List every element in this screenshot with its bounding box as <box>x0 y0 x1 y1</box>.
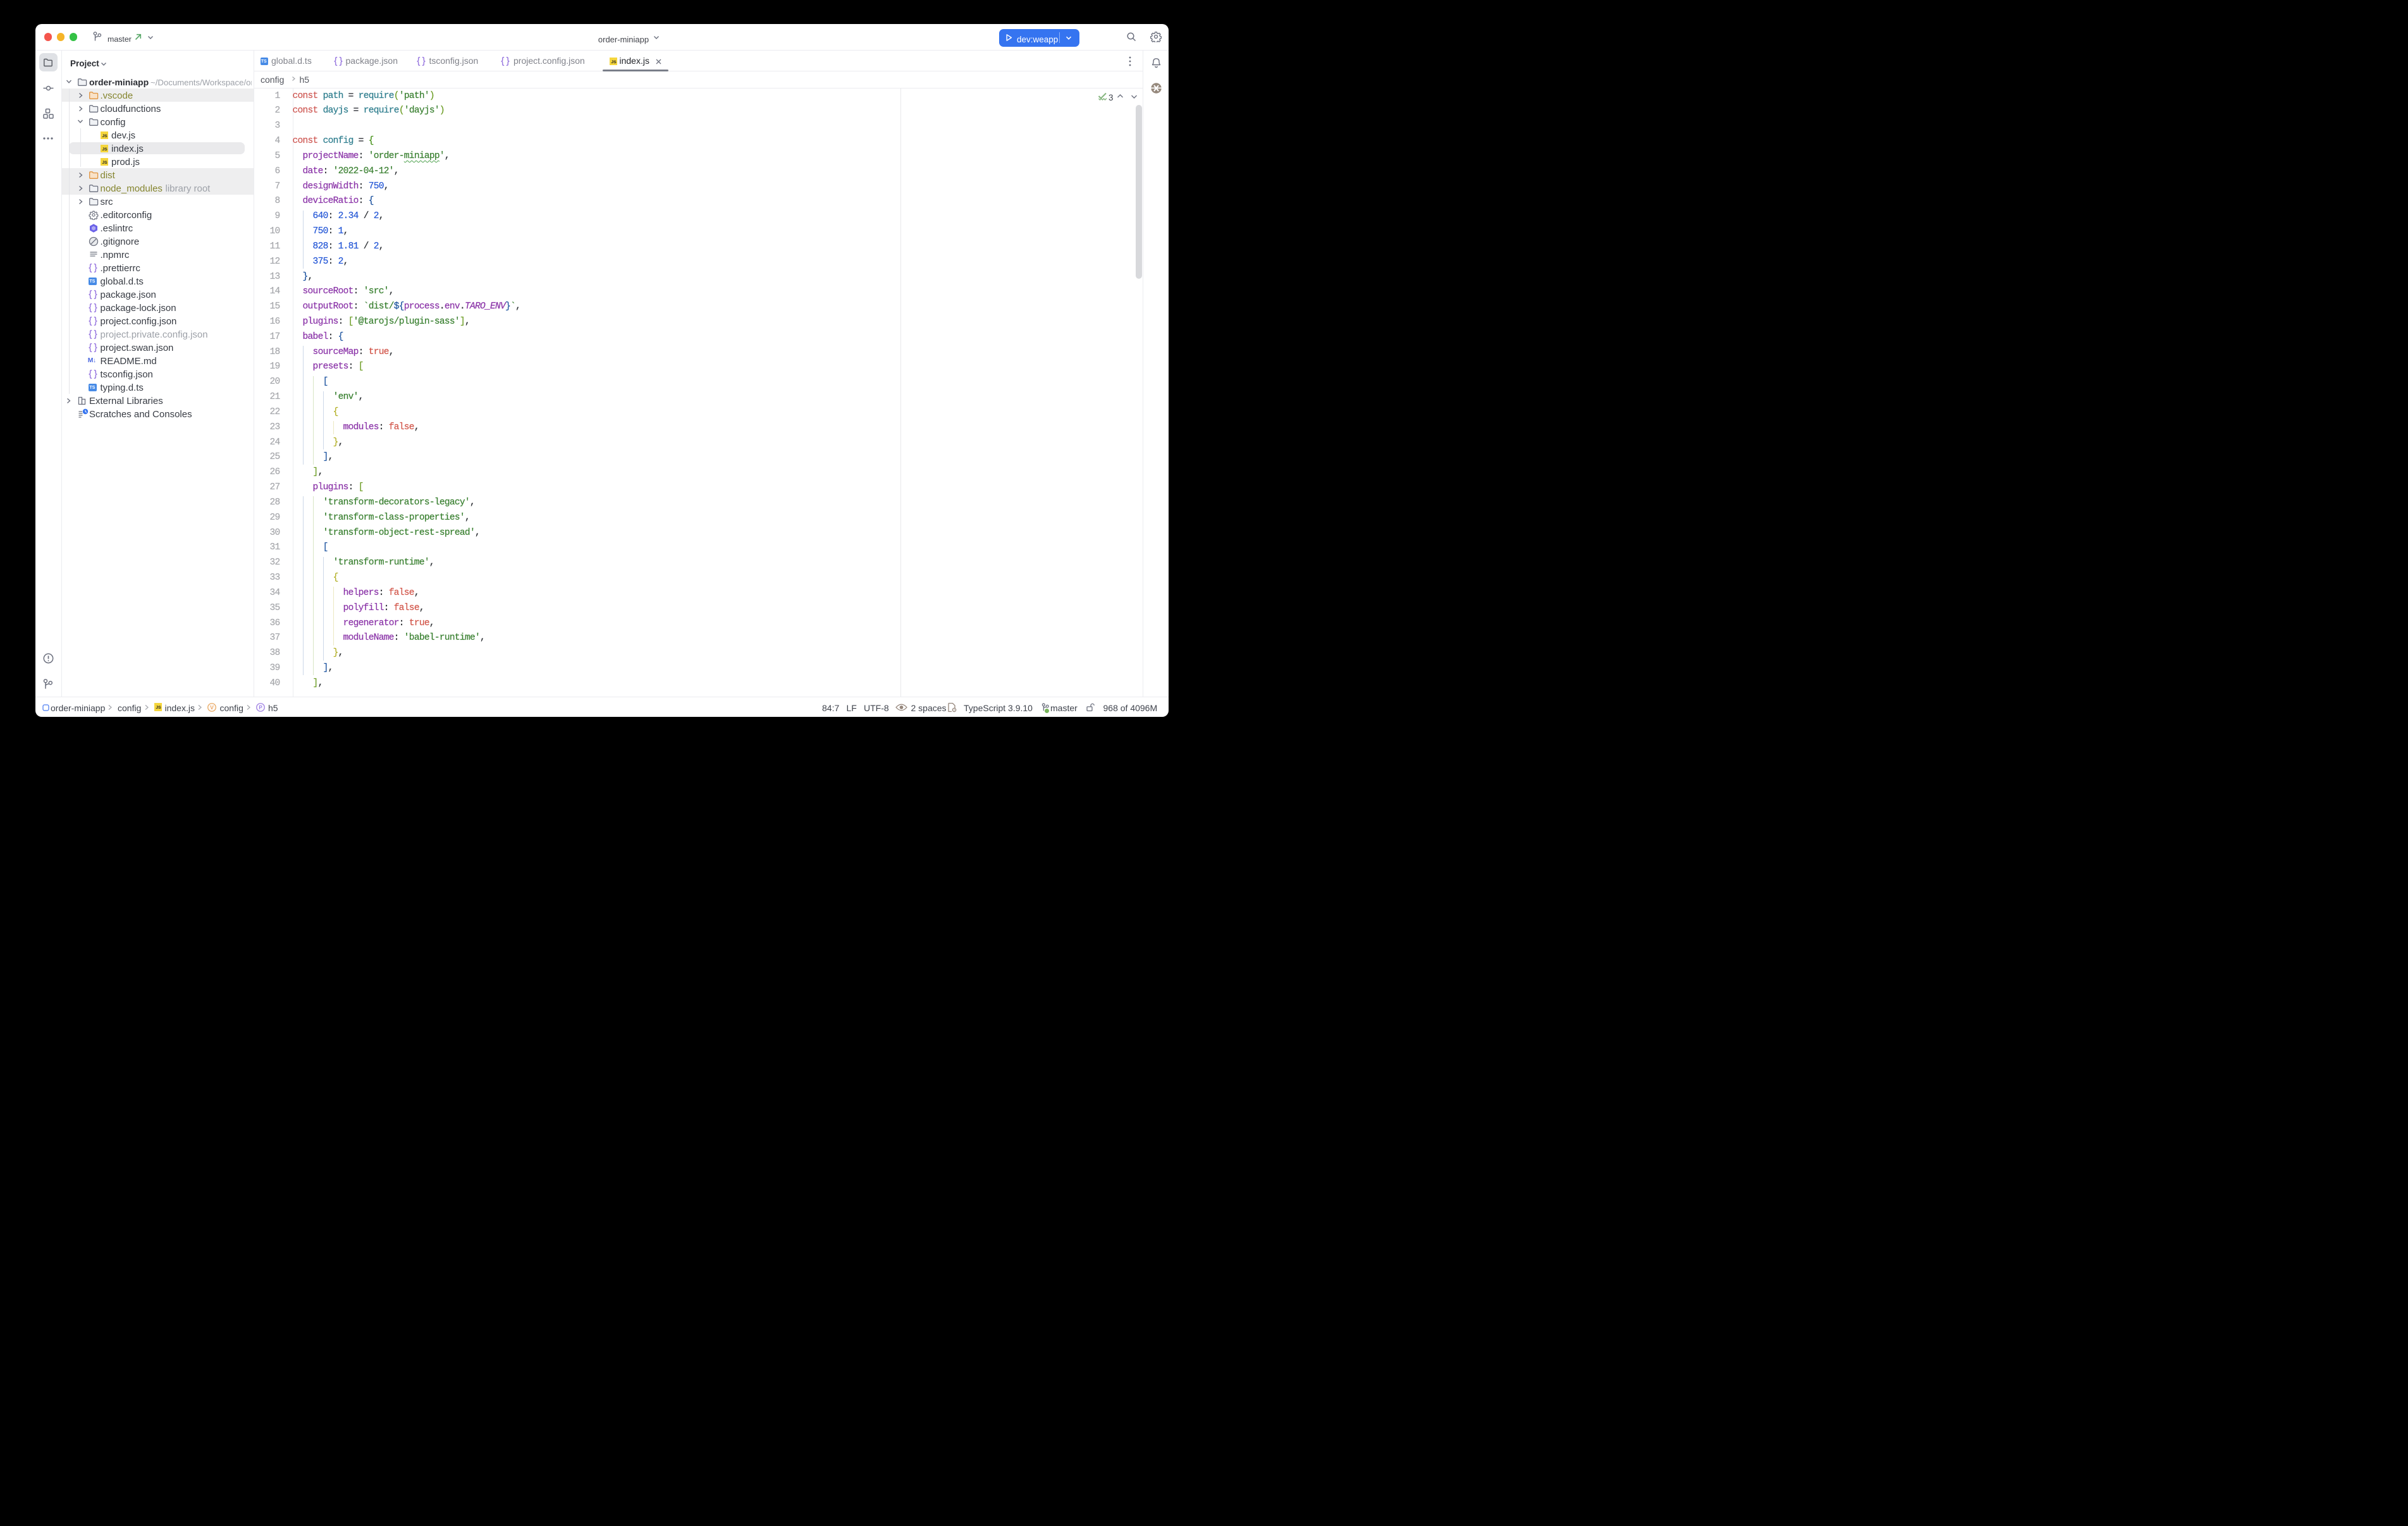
svg-text:V: V <box>210 705 214 711</box>
svg-text:P: P <box>259 705 262 711</box>
